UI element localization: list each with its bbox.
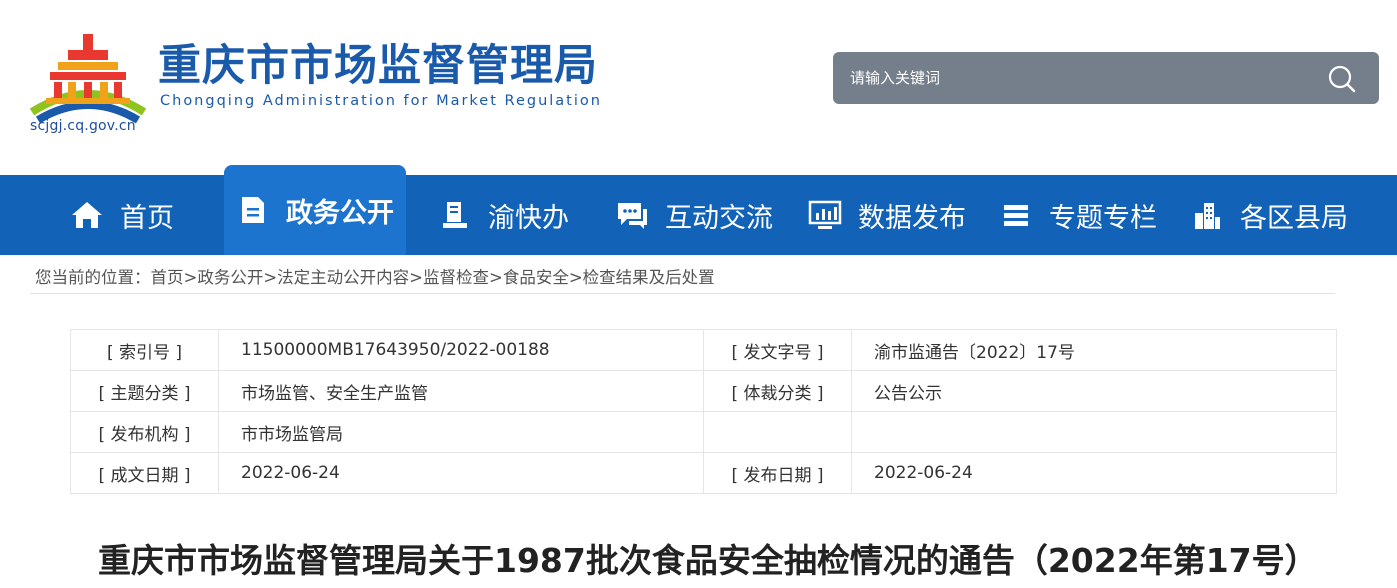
desk-icon [438,198,472,232]
empty-cell [851,411,1337,453]
published-date-label: [ 发布日期 ] [703,452,852,494]
genre-label: [ 体裁分类 ] [703,370,852,412]
breadcrumb: 您当前的位置：首页>政务公开>法定主动公开内容>监督检查>食品安全>检查结果及后… [35,264,715,288]
breadcrumb-separator: > [409,268,423,287]
docno-value: 渝市监通告〔2022〕17号 [851,329,1337,371]
search-icon[interactable] [1327,64,1357,94]
nav-item-interaction[interactable]: 互动交流 [615,175,773,255]
topic-label: [ 主题分类 ] [70,370,219,412]
site-title[interactable]: 重庆市市场监督管理局 [158,40,598,92]
nav-label: 专题专栏 [1049,202,1157,234]
search-input[interactable] [833,52,1313,104]
breadcrumb-separator: > [263,268,278,287]
published-date-value: 2022-06-24 [851,452,1337,494]
nav-label: 渝快办 [488,202,569,234]
nav-label: 政务公开 [286,197,394,229]
site-domain: scjgj.cq.gov.cn [30,118,136,134]
table-row: [ 成文日期 ] 2022-06-24 [ 发布日期 ] 2022-06-24 [70,452,1337,494]
monitor-chart-icon [808,198,842,232]
chat-icon [615,198,649,232]
article-title: 重庆市市场监督管理局关于1987批次食品安全抽检情况的通告（2022年第17号） [98,541,1318,580]
empty-cell [703,411,852,453]
breadcrumb-statutory-disclosure[interactable]: 法定主动公开内容 [277,268,409,287]
breadcrumb-food-safety[interactable]: 食品安全 [503,268,569,287]
index-value: 11500000MB17643950/2022-00188 [218,329,704,371]
table-row: [ 发布机构 ] 市市场监管局 [70,411,1337,453]
publisher-label: [ 发布机构 ] [70,411,219,453]
main-nav: 首页 政务公开 渝快办 互动交流 数据发布 专题专栏 各区县局 [0,165,1397,255]
buildings-icon [1190,198,1224,232]
breadcrumb-inspection-results[interactable]: 检查结果及后处置 [583,268,715,287]
breadcrumb-home[interactable]: 首页 [151,268,184,287]
nav-item-special-topics[interactable]: 专题专栏 [999,175,1157,255]
breadcrumb-separator: > [568,268,583,287]
nav-item-gov-affairs[interactable]: 政务公开 [224,165,406,255]
document-icon [236,193,270,227]
breadcrumb-gov-affairs[interactable]: 政务公开 [197,268,263,287]
nav-label: 各区县局 [1240,202,1348,234]
list-stack-icon [999,198,1033,232]
created-date-value: 2022-06-24 [218,452,704,494]
nav-label: 首页 [120,202,174,234]
breadcrumb-prefix: 您当前的位置： [35,268,151,287]
publisher-value: 市市场监管局 [218,411,704,453]
nav-item-yukuaiban[interactable]: 渝快办 [438,175,569,255]
nav-item-data-release[interactable]: 数据发布 [808,175,966,255]
document-info-table: [ 索引号 ] 11500000MB17643950/2022-00188 [ … [70,329,1337,494]
genre-value: 公告公示 [851,370,1337,412]
breadcrumb-separator: > [488,268,503,287]
home-icon [70,198,104,232]
breadcrumb-supervision[interactable]: 监督检查 [423,268,489,287]
breadcrumb-separator: > [183,268,198,287]
created-date-label: [ 成文日期 ] [70,452,219,494]
nav-item-home[interactable]: 首页 [70,175,174,255]
nav-label: 数据发布 [858,202,966,234]
table-row: [ 主题分类 ] 市场监管、安全生产监管 [ 体裁分类 ] 公告公示 [70,370,1337,412]
site-header: scjgj.cq.gov.cn 重庆市市场监督管理局 Chongqing Adm… [0,0,1397,175]
index-label: [ 索引号 ] [70,329,219,371]
docno-label: [ 发文字号 ] [703,329,852,371]
nav-item-district-bureaus[interactable]: 各区县局 [1190,175,1348,255]
nav-label: 互动交流 [665,202,773,234]
breadcrumb-divider [30,293,1335,294]
table-row: [ 索引号 ] 11500000MB17643950/2022-00188 [ … [70,329,1337,371]
search-bar [833,52,1379,104]
topic-value: 市场监管、安全生产监管 [218,370,704,412]
site-title-en: Chongqing Administration for Market Regu… [160,93,602,109]
